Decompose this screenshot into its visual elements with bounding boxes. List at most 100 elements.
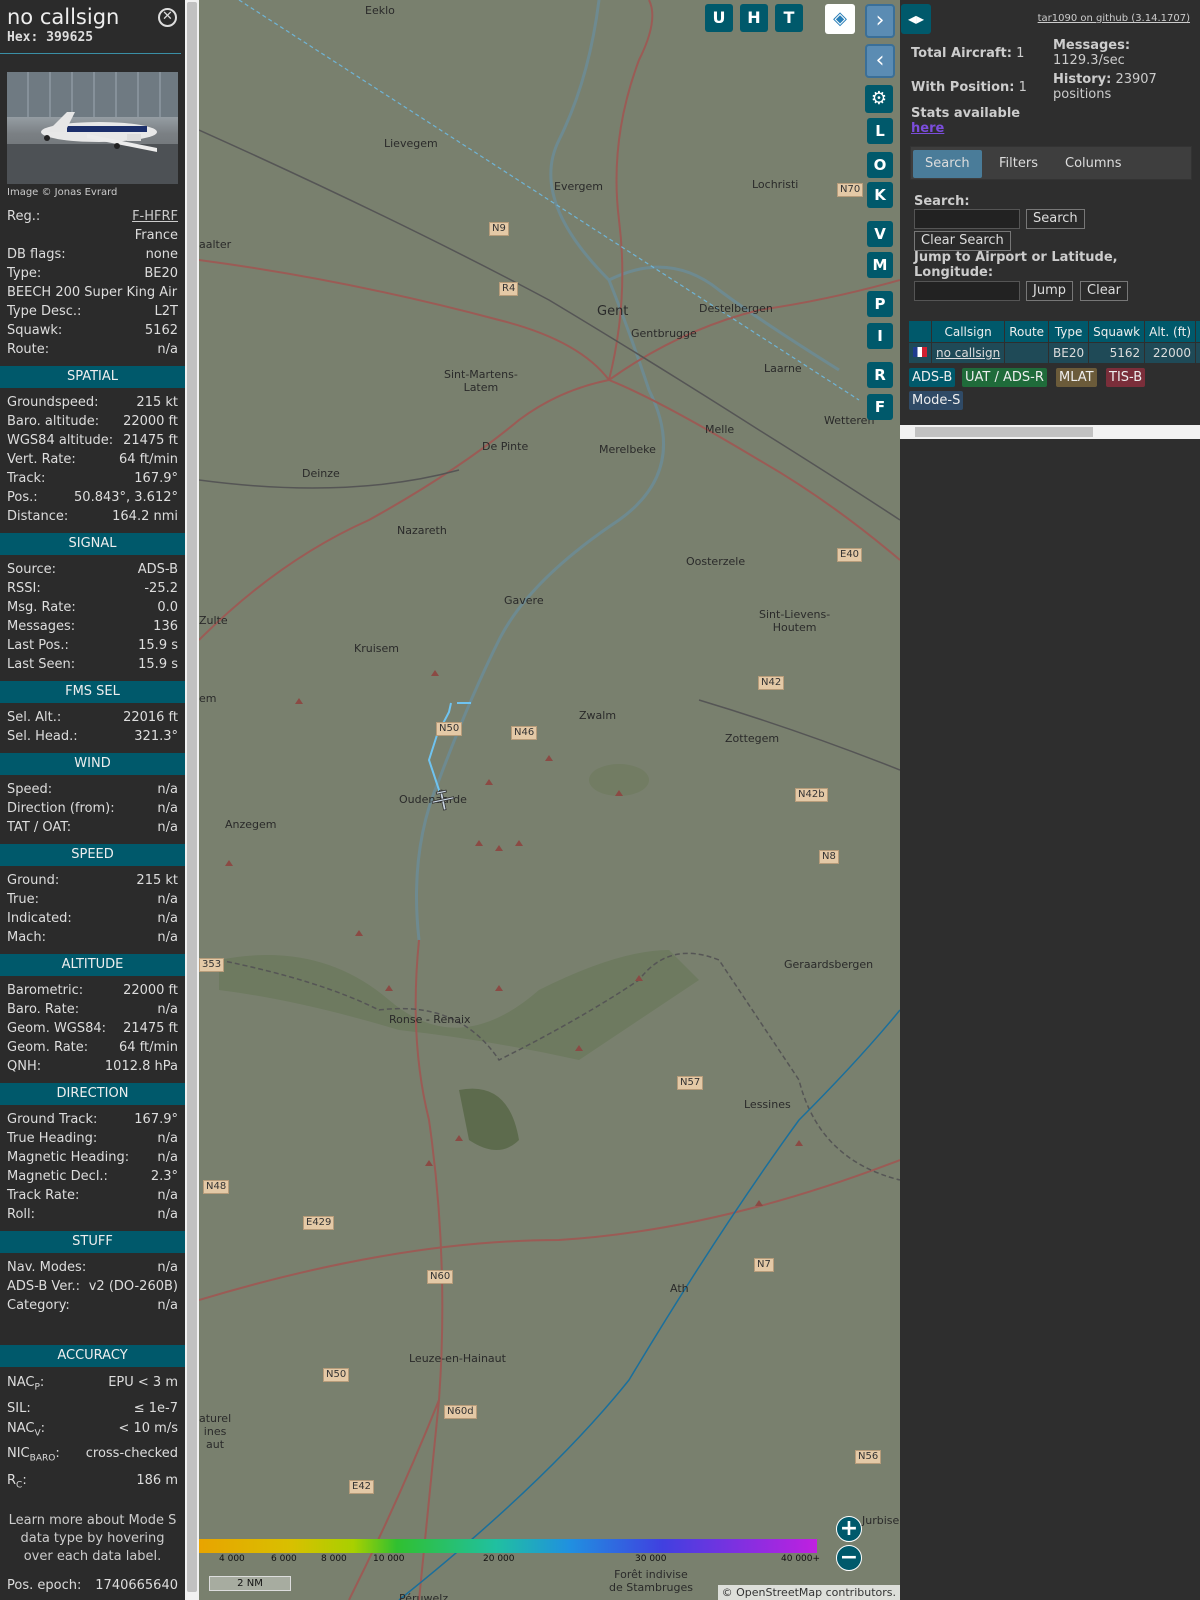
source-badge[interactable]: UAT / ADS-R — [962, 368, 1047, 387]
info-label[interactable]: Track Rate: — [7, 1186, 79, 1205]
map-button-o[interactable]: O — [867, 152, 893, 178]
info-label[interactable]: WGS84 altitude: — [7, 431, 113, 450]
info-label[interactable]: Mach: — [7, 928, 46, 947]
gear-icon[interactable]: ⚙ — [865, 85, 893, 113]
info-label[interactable]: Indicated: — [7, 909, 72, 928]
map-button-t[interactable]: T — [775, 4, 803, 32]
info-label[interactable]: Last Pos.: — [7, 636, 69, 655]
row-callsign[interactable]: no callsign — [930, 342, 1006, 364]
info-label[interactable]: Pos.: — [7, 488, 38, 507]
map-view[interactable]: Eeklo Lievegem Evergem Lochristi Gent Destelb… — [199, 0, 900, 1600]
info-label[interactable]: Vert. Rate: — [7, 450, 76, 469]
rc-label[interactable]: RC: — [7, 1470, 27, 1497]
info-label[interactable]: Reg.: — [7, 207, 40, 226]
source-badge[interactable]: ADS-B — [909, 368, 956, 387]
clear-search-button[interactable]: Clear Search — [914, 231, 1011, 251]
info-label[interactable]: Sel. Alt.: — [7, 708, 61, 727]
map-button-m[interactable]: M — [867, 252, 893, 278]
info-label[interactable]: Geom. WGS84: — [7, 1019, 106, 1038]
map-button-h[interactable]: H — [740, 4, 768, 32]
info-value[interactable]: F-HFRF — [132, 207, 178, 226]
info-label[interactable]: Type Desc.: — [7, 302, 81, 321]
sil-label[interactable]: SIL: — [7, 1399, 31, 1419]
panel-toggle-icon[interactable]: ◂▸ — [901, 4, 931, 34]
source-badge[interactable]: TIS-B — [1106, 368, 1146, 387]
jump-input[interactable] — [914, 281, 1020, 301]
info-scrollbar-thumb[interactable] — [187, 2, 197, 1592]
column-speed[interactable]: S — [1195, 320, 1200, 343]
info-scrollbar[interactable] — [185, 0, 199, 1600]
map-button-u[interactable]: U — [705, 4, 733, 32]
nacv-label[interactable]: NACV: — [7, 1419, 45, 1444]
stats-link[interactable]: here — [911, 121, 944, 136]
info-label[interactable]: Squawk: — [7, 321, 62, 340]
search-button[interactable]: Search — [1026, 209, 1085, 229]
info-label[interactable]: Nav. Modes: — [7, 1258, 86, 1277]
info-label[interactable]: Geom. Rate: — [7, 1038, 88, 1057]
table-row[interactable]: no callsign BE20 5162 22000 — [908, 342, 1200, 364]
layers-icon[interactable]: ◈ — [825, 4, 855, 34]
column-callsign[interactable]: Callsign — [930, 320, 1006, 343]
info-label[interactable]: Last Seen: — [7, 655, 75, 674]
pos-epoch-label[interactable]: Pos. epoch: — [7, 1576, 81, 1595]
info-label[interactable]: Barometric: — [7, 981, 83, 1000]
map-attribution[interactable]: © OpenStreetMap contributors. — [717, 1585, 900, 1600]
info-label[interactable]: Baro. Rate: — [7, 1000, 79, 1019]
info-label[interactable]: Type: — [7, 264, 41, 283]
info-label[interactable]: Messages: — [7, 617, 75, 636]
info-label[interactable]: RSSI: — [7, 579, 41, 598]
info-label[interactable]: Roll: — [7, 1205, 35, 1224]
info-label[interactable]: TAT / OAT: — [7, 818, 71, 837]
column-altitude[interactable]: Alt. (ft) — [1144, 320, 1197, 343]
github-link[interactable]: tar1090 on github (3.14.1707) — [1038, 13, 1190, 24]
jump-button[interactable]: Jump — [1026, 281, 1073, 301]
nic-label[interactable]: NICBARO: — [7, 1443, 60, 1470]
search-input[interactable] — [914, 209, 1020, 229]
zoom-out-button[interactable]: − — [836, 1545, 862, 1571]
info-label[interactable]: True: — [7, 890, 39, 909]
info-label[interactable]: True Heading: — [7, 1129, 97, 1148]
info-label[interactable]: Track: — [7, 469, 45, 488]
info-label[interactable]: Baro. altitude: — [7, 412, 99, 431]
flag-column-header[interactable] — [908, 320, 932, 343]
chevron-right-icon[interactable]: › — [865, 4, 895, 38]
column-route[interactable]: Route — [1004, 320, 1050, 343]
info-label[interactable]: Source: — [7, 560, 56, 579]
map-button-v[interactable]: V — [867, 221, 893, 247]
column-squawk[interactable]: Squawk — [1088, 320, 1146, 343]
close-icon[interactable]: ✕ — [158, 8, 177, 27]
table-hscrollbar[interactable] — [900, 425, 1200, 439]
tab-columns[interactable]: Columns — [1053, 150, 1134, 178]
info-label[interactable]: Distance: — [7, 507, 68, 526]
info-label[interactable]: Ground: — [7, 871, 59, 890]
info-label[interactable]: Category: — [7, 1296, 70, 1315]
info-label[interactable]: ADS-B Ver.: — [7, 1277, 80, 1296]
info-label[interactable]: Ground Track: — [7, 1110, 97, 1129]
info-label[interactable]: Groundspeed: — [7, 393, 98, 412]
source-badge[interactable]: MLAT — [1056, 368, 1097, 387]
chevron-left-icon[interactable]: ‹ — [865, 44, 895, 78]
tab-filters[interactable]: Filters — [987, 150, 1050, 178]
aircraft-marker[interactable] — [431, 788, 455, 812]
info-label[interactable]: Magnetic Decl.: — [7, 1167, 108, 1186]
info-label[interactable]: Speed: — [7, 780, 52, 799]
map-button-p[interactable]: P — [867, 291, 893, 317]
map-button-l[interactable]: L — [867, 118, 893, 144]
map-button-r[interactable]: R — [867, 362, 893, 388]
source-badge[interactable]: Mode-S — [909, 391, 964, 410]
map-button-f[interactable]: F — [867, 394, 893, 420]
info-label[interactable]: QNH: — [7, 1057, 41, 1076]
info-label[interactable]: Magnetic Heading: — [7, 1148, 129, 1167]
info-label[interactable]: Direction (from): — [7, 799, 115, 818]
zoom-in-button[interactable]: + — [836, 1516, 862, 1542]
info-label[interactable]: Route: — [7, 340, 49, 359]
info-label[interactable]: DB flags: — [7, 245, 66, 264]
aircraft-photo[interactable] — [7, 72, 178, 184]
info-label[interactable]: Sel. Head.: — [7, 727, 78, 746]
map-button-k[interactable]: K — [867, 182, 893, 208]
clear-jump-button[interactable]: Clear — [1080, 281, 1128, 301]
info-label[interactable]: BEECH 200 Super King Air — [7, 283, 177, 302]
map-button-i[interactable]: I — [867, 323, 893, 349]
column-type[interactable]: Type — [1048, 320, 1090, 343]
nacp-label[interactable]: NACP: — [7, 1372, 44, 1399]
